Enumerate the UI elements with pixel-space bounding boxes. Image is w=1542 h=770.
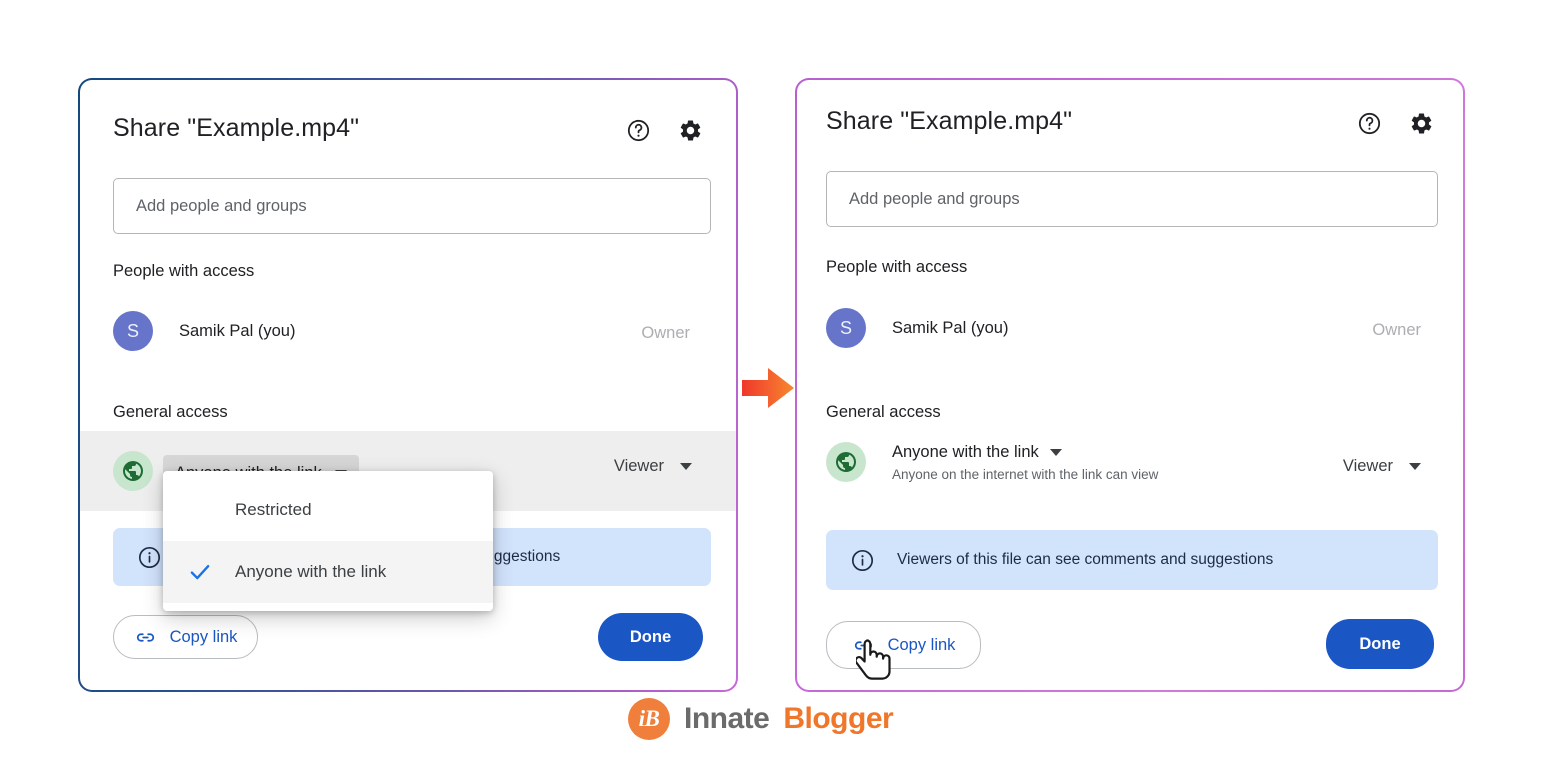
role-dropdown[interactable]: Viewer — [614, 457, 692, 476]
person-name: Samik Pal (you) — [892, 318, 1009, 337]
brand-logo: iB Innate Blogger — [628, 698, 894, 740]
pointing-hand-cursor — [854, 638, 896, 690]
role-dropdown[interactable]: Viewer — [1343, 457, 1421, 476]
dialog-header-actions — [1356, 110, 1434, 136]
logo-mark: iB — [628, 698, 670, 740]
info-banner: Viewers of this file can see comments an… — [826, 530, 1438, 590]
share-dialog-after: Share "Example.mp4" Add people and group… — [795, 78, 1465, 692]
person-row: S Samik Pal (you) — [826, 308, 1008, 348]
general-access-dropdown-menu[interactable]: Restricted Anyone with the link — [163, 471, 493, 611]
gear-icon[interactable] — [677, 117, 703, 143]
role-dropdown-value: Viewer — [1342, 457, 1393, 475]
chevron-down-icon — [680, 463, 692, 470]
general-access-label: General access — [113, 403, 228, 421]
copy-link-button[interactable]: Copy link — [113, 615, 258, 659]
page-title: Share "Example.mp4" — [113, 114, 360, 142]
done-button[interactable]: Done — [598, 613, 703, 661]
globe-icon — [826, 442, 866, 482]
add-people-placeholder: Add people and groups — [849, 189, 1020, 208]
role-dropdown-value: Viewer — [613, 457, 664, 475]
info-icon — [851, 549, 874, 571]
general-access-value: Anyone with the link — [892, 442, 1039, 461]
general-access-row[interactable]: Anyone with the link Anyone on the inter… — [826, 442, 1158, 482]
logo-word-innate: Innate — [684, 702, 770, 735]
dropdown-option-label: Restricted — [235, 500, 312, 519]
copy-link-button[interactable]: Copy link — [826, 621, 981, 669]
person-role: Owner — [641, 324, 690, 342]
share-dialog-before: Share "Example.mp4" Add people and group… — [78, 78, 738, 692]
people-with-access-label: People with access — [826, 258, 968, 276]
info-icon — [138, 546, 161, 568]
general-access-label: General access — [826, 403, 941, 421]
dropdown-option-anyone-with-link[interactable]: Anyone with the link — [163, 541, 493, 603]
dialog-header-actions — [625, 117, 703, 143]
dropdown-option-restricted[interactable]: Restricted — [163, 479, 493, 541]
general-access-row — [113, 451, 153, 491]
person-row: S Samik Pal (you) — [113, 311, 295, 351]
dropdown-option-label: Anyone with the link — [235, 562, 387, 581]
copy-link-label: Copy link — [887, 635, 956, 654]
globe-icon — [113, 451, 153, 491]
page-title: Share "Example.mp4" — [826, 107, 1073, 135]
right-arrow-icon — [740, 360, 798, 416]
chevron-down-icon[interactable] — [1049, 448, 1062, 456]
chevron-down-icon — [1409, 463, 1421, 470]
copy-link-label: Copy link — [169, 627, 238, 646]
check-icon — [187, 559, 235, 585]
add-people-placeholder: Add people and groups — [136, 196, 307, 215]
people-with-access-label: People with access — [113, 262, 255, 280]
link-icon — [136, 632, 154, 642]
help-circle-icon[interactable] — [625, 117, 651, 143]
avatar: S — [113, 311, 153, 351]
avatar: S — [826, 308, 866, 348]
person-name: Samik Pal (you) — [179, 321, 296, 340]
help-circle-icon[interactable] — [1356, 110, 1382, 136]
add-people-input[interactable]: Add people and groups — [113, 178, 711, 234]
done-button[interactable]: Done — [1326, 619, 1434, 669]
general-access-description: Anyone on the internet with the link can… — [892, 466, 1159, 482]
gear-icon[interactable] — [1408, 110, 1434, 136]
person-role: Owner — [1372, 321, 1421, 339]
add-people-input[interactable]: Add people and groups — [826, 171, 1438, 227]
info-banner-text: Viewers of this file can see comments an… — [897, 551, 1274, 568]
logo-word-blogger: Blogger — [783, 702, 894, 735]
